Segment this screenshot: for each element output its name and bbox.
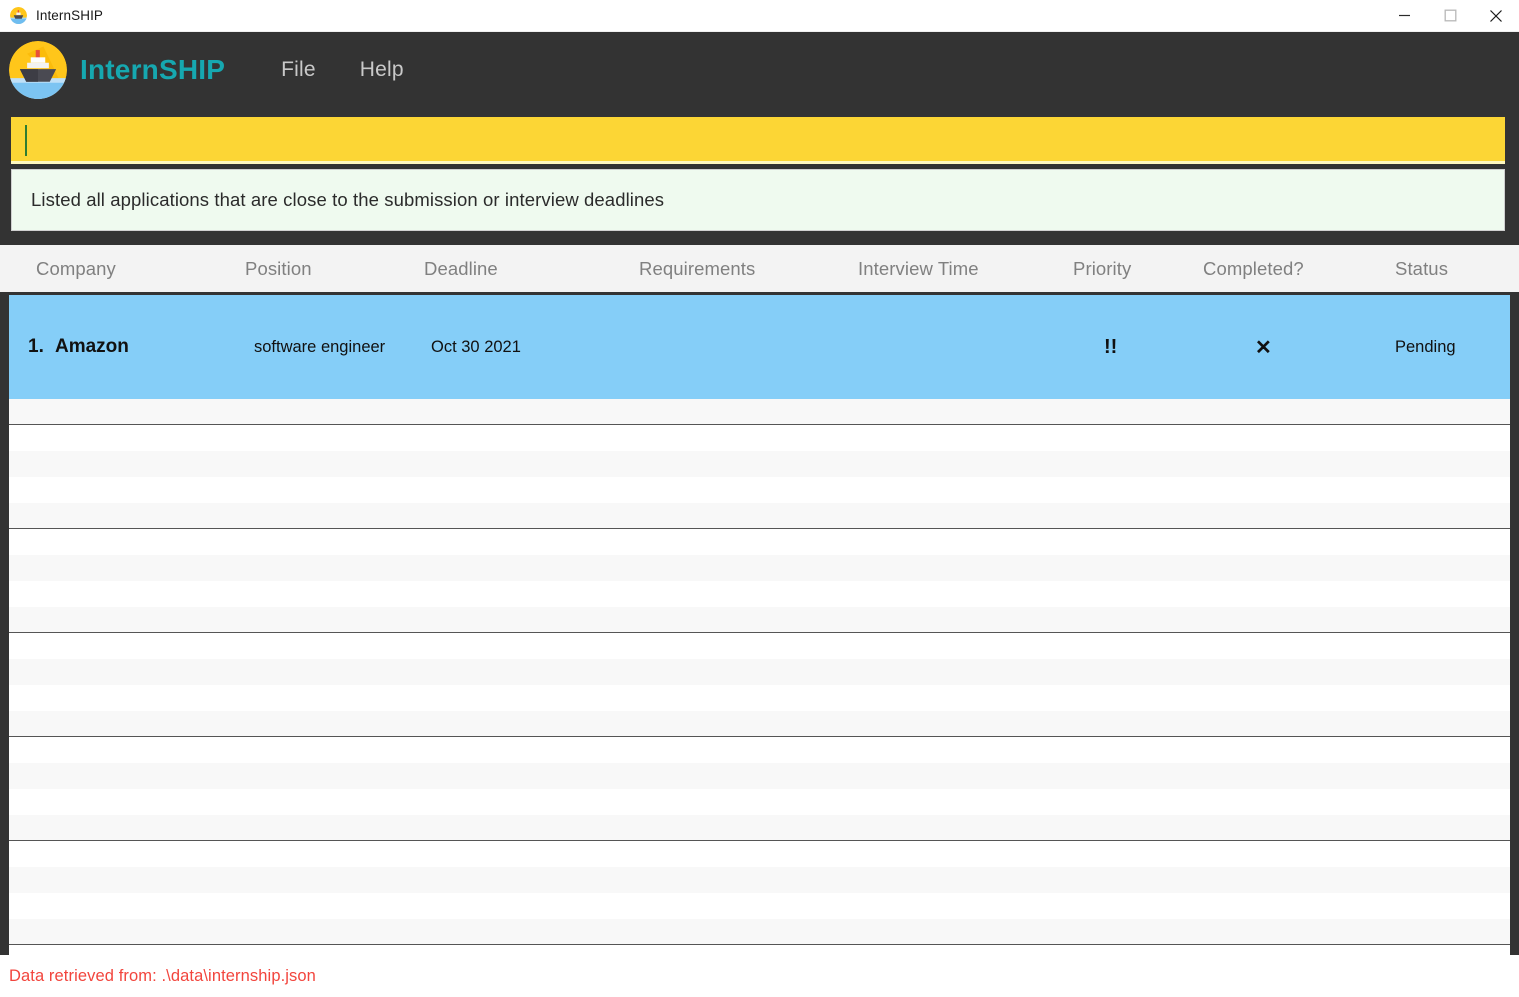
column-header-interview-time[interactable]: Interview Time <box>858 245 979 292</box>
window-controls <box>1381 0 1519 32</box>
table-row-empty[interactable] <box>9 503 1510 529</box>
window-titlebar: InternSHIP <box>0 0 1519 32</box>
menubar: File Help <box>259 54 426 86</box>
command-input[interactable] <box>11 117 1505 164</box>
menu-item-file[interactable]: File <box>259 54 338 86</box>
table-row-empty[interactable] <box>9 581 1510 607</box>
row-priority: !! <box>1104 335 1118 358</box>
window-title: InternSHIP <box>36 8 104 23</box>
table-row-empty[interactable] <box>9 529 1510 555</box>
row-status: Pending <box>1395 337 1456 356</box>
column-header-position[interactable]: Position <box>245 245 312 292</box>
table-row-empty[interactable] <box>9 399 1510 425</box>
close-icon[interactable] <box>1473 0 1519 32</box>
status-message-text: Listed all applications that are close t… <box>31 189 665 210</box>
data-source-text: Data retrieved from: .\data\internship.j… <box>9 966 316 985</box>
table-body-container: 1. Amazon software engineer Oct 30 2021 … <box>0 295 1519 955</box>
table-row-empty[interactable] <box>9 555 1510 581</box>
table-row-empty[interactable] <box>9 451 1510 477</box>
table-row-empty[interactable] <box>9 711 1510 737</box>
table-row-empty[interactable] <box>9 607 1510 633</box>
ship-logo-icon <box>10 7 27 24</box>
table-row-empty[interactable] <box>9 815 1510 841</box>
table-row-empty[interactable] <box>9 737 1510 763</box>
table-row-empty[interactable] <box>9 789 1510 815</box>
table-body: 1. Amazon software engineer Oct 30 2021 … <box>9 295 1510 955</box>
text-caret <box>25 125 27 156</box>
column-header-priority[interactable]: Priority <box>1073 245 1131 292</box>
table-row-empty[interactable] <box>9 841 1510 867</box>
table-row-empty[interactable] <box>9 763 1510 789</box>
table-row-empty[interactable] <box>9 425 1510 451</box>
table-row-empty[interactable] <box>9 893 1510 919</box>
row-index: 1. <box>28 336 44 357</box>
row-position: software engineer <box>254 337 386 356</box>
menu-item-help[interactable]: Help <box>338 54 426 86</box>
column-header-status[interactable]: Status <box>1395 245 1448 292</box>
row-company: Amazon <box>55 336 129 357</box>
table-row-empty[interactable] <box>9 919 1510 945</box>
table-row-empty[interactable] <box>9 633 1510 659</box>
table-empty-rows <box>9 399 1510 955</box>
row-deadline: Oct 30 2021 <box>431 337 521 356</box>
table-row-empty[interactable] <box>9 867 1510 893</box>
column-header-requirements[interactable]: Requirements <box>639 245 755 292</box>
app-header: InternSHIP File Help <box>0 32 1519 108</box>
column-header-completed[interactable]: Completed? <box>1203 245 1304 292</box>
minimize-icon[interactable] <box>1381 0 1427 32</box>
app-brand: InternSHIP <box>80 54 226 85</box>
status-message-panel: Listed all applications that are close t… <box>11 169 1505 231</box>
maximize-icon[interactable] <box>1427 0 1473 32</box>
table-header: Company Position Deadline Requirements I… <box>0 245 1519 295</box>
table-row-empty[interactable] <box>9 477 1510 503</box>
ship-logo-icon <box>9 41 67 99</box>
footer: Data retrieved from: .\data\internship.j… <box>0 955 1519 997</box>
table-row[interactable]: 1. Amazon software engineer Oct 30 2021 … <box>9 295 1510 399</box>
row-completed: ✕ <box>1255 336 1272 359</box>
table-row-empty[interactable] <box>9 659 1510 685</box>
table-row-empty[interactable] <box>9 685 1510 711</box>
column-header-company[interactable]: Company <box>36 245 116 292</box>
column-header-deadline[interactable]: Deadline <box>424 245 498 292</box>
